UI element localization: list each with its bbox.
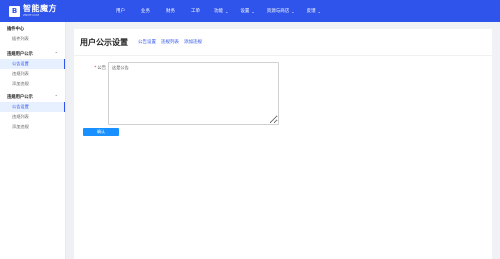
main-nav: 用户 业务 财务 工单 功能 ⌄ 设置 ⌄ 资源与商店 ⌄ 反馈 ⌄ bbox=[107, 8, 321, 15]
page-header: 用户公示设置 公告设置 违规列表 添加违规 bbox=[74, 29, 492, 56]
nav-item-users[interactable]: 用户 bbox=[116, 8, 125, 14]
nav-item-tickets[interactable]: 工单 bbox=[191, 8, 200, 14]
top-navigation-bar: B 智能魔方 ZNMF.COM 用户 业务 财务 工单 功能 ⌄ 设置 ⌄ 资源与商… bbox=[0, 0, 500, 22]
brand-logo[interactable]: B 智能魔方 ZNMF.COM bbox=[9, 5, 79, 17]
chevron-down-icon: ⌄ bbox=[225, 8, 229, 14]
sidebar-item-add-violation-2[interactable]: 添加违规 bbox=[0, 122, 65, 132]
tab-violation-list[interactable]: 违规列表 bbox=[161, 39, 179, 45]
sidebar-item-plugin-list[interactable]: 插件列表 bbox=[0, 34, 65, 44]
sidebar-item-notice-settings-2[interactable]: 公告设置 bbox=[0, 102, 65, 112]
chevron-down-icon: ⌄ bbox=[317, 8, 321, 14]
chevron-up-icon: ⌃ bbox=[54, 94, 58, 99]
tab-notice-settings[interactable]: 公告设置 bbox=[138, 39, 156, 45]
brand-name: 智能魔方 bbox=[23, 4, 57, 13]
logo-mark-icon: B bbox=[9, 5, 20, 17]
header-tabs: 公告设置 违规列表 添加违规 bbox=[138, 39, 207, 45]
nav-item-resources[interactable]: 资源与商店 ⌄ bbox=[267, 8, 295, 15]
content-gutter bbox=[66, 22, 74, 259]
nav-item-features[interactable]: 功能 ⌄ bbox=[214, 8, 229, 15]
sidebar: 插件中心 插件列表 违规用户公示 ⌃ 公告设置 违规列表 添加违规 违规用户公示 ⌃… bbox=[0, 22, 66, 259]
nav-item-feedback[interactable]: 反馈 ⌄ bbox=[307, 8, 321, 15]
chevron-up-icon: ⌃ bbox=[54, 51, 58, 56]
chevron-down-icon: ⌄ bbox=[251, 8, 255, 14]
main-panel: 用户公示设置 公告设置 违规列表 添加违规 *公告 这是公告 确认 bbox=[74, 29, 492, 259]
sidebar-item-add-violation[interactable]: 添加违规 bbox=[0, 79, 65, 89]
sidebar-group-violation-users-2[interactable]: 违规用户公示 ⌃ bbox=[0, 91, 65, 102]
nav-item-business[interactable]: 业务 bbox=[141, 8, 150, 14]
notice-form-row: *公告 这是公告 bbox=[74, 62, 279, 125]
notice-label: *公告 bbox=[94, 66, 106, 71]
sidebar-group-plugin-center[interactable]: 插件中心 bbox=[0, 23, 65, 34]
notice-textarea[interactable]: 这是公告 bbox=[108, 62, 279, 125]
nav-item-settings[interactable]: 设置 ⌄ bbox=[240, 8, 255, 15]
sidebar-item-violation-list-2[interactable]: 违规列表 bbox=[0, 112, 65, 122]
nav-item-finance[interactable]: 财务 bbox=[166, 8, 175, 14]
chevron-down-icon: ⌄ bbox=[291, 8, 295, 14]
brand-subtitle: ZNMF.COM bbox=[23, 13, 40, 17]
sidebar-item-notice-settings[interactable]: 公告设置 bbox=[0, 59, 65, 69]
confirm-button[interactable]: 确认 bbox=[83, 128, 119, 136]
tab-add-violation[interactable]: 添加违规 bbox=[184, 39, 202, 45]
sidebar-group-violation-users[interactable]: 违规用户公示 ⌃ bbox=[0, 48, 65, 59]
sidebar-item-violation-list[interactable]: 违规列表 bbox=[0, 69, 65, 79]
page-title: 用户公示设置 bbox=[80, 37, 128, 47]
